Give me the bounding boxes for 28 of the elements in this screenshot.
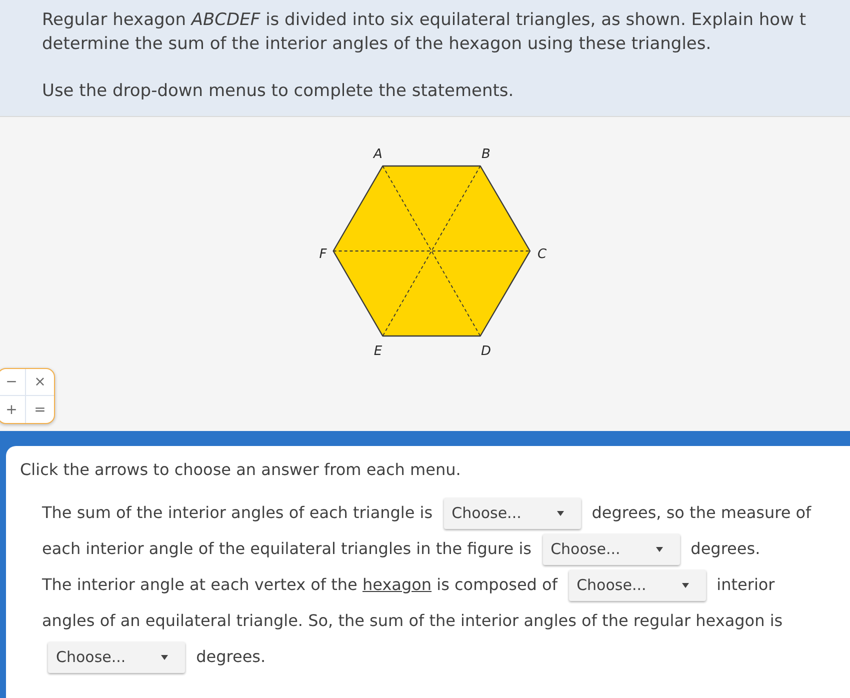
vertex-label: F bbox=[319, 247, 327, 262]
answer-dropdown[interactable]: Choose... bbox=[542, 534, 680, 566]
statement-text: is composed of bbox=[436, 575, 558, 594]
answer-dropdown[interactable]: Choose... bbox=[48, 642, 185, 674]
glossary-link[interactable]: hexagon bbox=[362, 575, 432, 594]
instruction-text: Use the drop-down menus to complete the statements. bbox=[42, 80, 514, 103]
answer-dropdown[interactable]: Choose... bbox=[568, 570, 706, 602]
vertex-label: C bbox=[537, 247, 547, 262]
vertex-label: B bbox=[482, 147, 490, 162]
caret-icon bbox=[556, 511, 564, 516]
statement-text: interior bbox=[716, 575, 775, 594]
calculator-button[interactable]: − × + = bbox=[0, 368, 55, 424]
prompt-text: Regular hexagon ABCDEF is divided into six equilateral triangles, as shown. Explain how t determine the sum of the interior angles of the hexagon using these triangles. bbox=[42, 9, 806, 56]
vertex-label: D bbox=[481, 344, 491, 359]
statement-text: degrees, so the measure of bbox=[592, 503, 812, 522]
answer-dropdown[interactable]: Choose... bbox=[444, 498, 581, 530]
vertex-label: A bbox=[374, 147, 382, 162]
caret-icon bbox=[161, 655, 168, 660]
vertex-label: E bbox=[374, 344, 382, 359]
statement-text: degrees. bbox=[196, 647, 266, 666]
statement-text: The interior angle at each vertex of the bbox=[42, 575, 358, 594]
caret-icon bbox=[656, 547, 663, 552]
statement-text: angles of an equilateral triangle. So, the sum of the interior angles of the regular hexagon is bbox=[42, 611, 783, 630]
instruction-text: Click the arrows to choose an answer from each menu. bbox=[20, 459, 461, 481]
caret-icon bbox=[682, 583, 689, 588]
statement-text: The sum of the interior angles of each triangle is bbox=[42, 503, 433, 522]
statement-text: each interior angle of the equilateral triangles in the figure is bbox=[42, 539, 532, 558]
statement-text: degrees. bbox=[690, 539, 760, 558]
